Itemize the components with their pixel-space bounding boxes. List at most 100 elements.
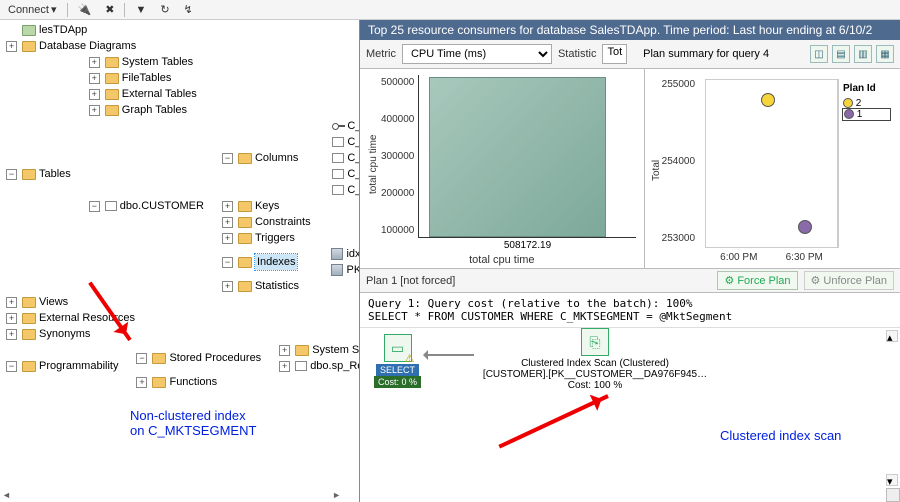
scatter-y-label: Total — [651, 75, 662, 266]
force-plan-button[interactable]: ⚙ Force Plan — [717, 271, 797, 290]
bar-value: 508172.19 — [504, 240, 551, 251]
bar-query-4[interactable] — [429, 77, 605, 237]
folder-icon — [152, 377, 166, 388]
scroll-right-icon[interactable]: ► — [332, 490, 341, 500]
columns-folder[interactable]: Columns — [255, 150, 298, 166]
resize-grip-icon[interactable] — [886, 488, 900, 502]
column-icon — [332, 185, 344, 195]
folder-icon — [295, 345, 309, 356]
column-address[interactable]: C_ADDRESS (char(10), not null) — [347, 150, 360, 166]
cpu-time-bar-chart: total cpu time 500000 400000 300000 2000… — [360, 69, 645, 268]
expand-toggle[interactable]: + — [6, 41, 17, 52]
plug-x-icon[interactable]: ✖ — [101, 2, 118, 17]
scroll-down-icon[interactable]: ▾ — [886, 474, 898, 486]
metric-select[interactable]: CPU Time (ms) — [402, 44, 552, 64]
refresh-icon[interactable]: ↻ — [156, 2, 173, 17]
folder-icon — [238, 201, 252, 212]
column-icon — [332, 153, 344, 163]
programmability-folder[interactable]: Programmability — [39, 358, 118, 374]
index-icon — [331, 264, 343, 276]
folder-icon — [22, 313, 36, 324]
folder-icon — [22, 297, 36, 308]
column-comment[interactable]: C_COMMENT (char(5), not null) — [347, 166, 360, 182]
key-icon — [332, 122, 344, 130]
system-tables[interactable]: System Tables — [122, 54, 193, 70]
external-tables[interactable]: External Tables — [122, 86, 197, 102]
indexes-folder[interactable]: Indexes — [255, 254, 298, 270]
database-icon — [22, 25, 36, 36]
constraints-folder[interactable]: Constraints — [255, 214, 311, 230]
connect-toolbar: Connect ▾ 🔌 ✖ ▼ ↻ ↯ — [0, 0, 900, 20]
folder-icon — [238, 257, 252, 268]
folder-icon — [105, 105, 119, 116]
scroll-up-icon[interactable]: ▴ — [886, 330, 898, 342]
op-select[interactable]: ▭ SELECT Cost: 0 % — [374, 334, 421, 388]
tree-callout: Non-clustered index on C_MKTSEGMENT — [130, 408, 256, 438]
folder-icon — [238, 217, 252, 228]
plug-icon[interactable]: 🔌 — [74, 2, 96, 17]
folder-icon — [22, 329, 36, 340]
statistics-folder[interactable]: Statistics — [255, 278, 299, 294]
y-axis-ticks: 500000 400000 300000 200000 100000 — [379, 75, 418, 254]
stored-procedures[interactable]: Stored Procedures — [169, 350, 261, 366]
folder-icon — [22, 41, 36, 52]
stop-icon[interactable]: ↯ — [180, 2, 197, 17]
expand-toggle[interactable]: − — [6, 169, 17, 180]
keys-folder[interactable]: Keys — [255, 198, 279, 214]
idx-pk-customer[interactable]: PK__CUSTOMER__DA976F9459A62702 (Clustere… — [346, 262, 360, 278]
refresh-chart-icon[interactable]: ▦ — [876, 45, 894, 63]
folder-icon — [105, 73, 119, 84]
plan-point-2[interactable] — [761, 93, 775, 107]
y-axis-label: total cpu time — [368, 75, 379, 254]
scatter-x-ticks: 6:00 PM 6:30 PM — [706, 252, 837, 263]
plan-point-1[interactable] — [798, 220, 812, 234]
column-icon — [332, 169, 344, 179]
statistic-value[interactable]: Tot — [602, 44, 627, 64]
query-store-panel: Top 25 resource consumers for database S… — [360, 20, 900, 502]
toolbar-sep — [124, 3, 125, 17]
folder-icon — [238, 281, 252, 292]
functions-folder[interactable]: Functions — [169, 374, 217, 390]
folder-icon — [238, 233, 252, 244]
graph-tables[interactable]: Graph Tables — [122, 102, 187, 118]
object-explorer[interactable]: lesTDApp +Database Diagrams −Tables +Sys… — [0, 20, 360, 502]
plan-arrow-icon — [424, 354, 474, 356]
column-icon — [332, 137, 344, 147]
metric-label: Metric — [366, 48, 396, 60]
grid-view-icon[interactable]: ▤ — [832, 45, 850, 63]
column-mktsegment[interactable]: C_MKTSEGMENT (char(5), not null) — [347, 182, 360, 198]
plan-summary-label: Plan summary for query 4 — [643, 48, 769, 60]
op-clustered-index-scan[interactable]: ⎘ Clustered Index Scan (Clustered) [CUST… — [480, 328, 710, 391]
column-custkey[interactable]: C_CUSTKEY (PK, int, not null) — [347, 118, 360, 134]
scroll-left-icon[interactable]: ◄ — [2, 490, 11, 500]
sp-retrieve-customers[interactable]: dbo.sp_RetrieveCustomers — [310, 358, 360, 374]
idx-mktsegment[interactable]: idx_Customer_MKTSEGMENT (Unique, Non-Clu… — [346, 246, 360, 262]
filter-icon[interactable]: ▼ — [131, 3, 150, 17]
plan-legend: Plan Id 2 1 — [838, 79, 894, 248]
db-root[interactable]: lesTDApp — [39, 22, 87, 38]
column-name[interactable]: C_NAME (char(10), not null) — [347, 134, 360, 150]
toolbar-sep — [67, 3, 68, 17]
select-op-icon: ▭ — [384, 334, 412, 362]
chart-view-icon[interactable]: ◫ — [810, 45, 828, 63]
file-tables[interactable]: FileTables — [122, 70, 172, 86]
tables-folder[interactable]: Tables — [39, 166, 71, 182]
views-folder[interactable]: Views — [39, 294, 68, 310]
plan-scatter-chart: Total 255000 254000 253000 6:00 PM 6:30 … — [645, 69, 900, 268]
table-icon — [105, 201, 117, 211]
detail-view-icon[interactable]: ▥ — [854, 45, 872, 63]
proc-icon — [295, 361, 307, 371]
x-axis-label: total cpu time — [368, 254, 636, 266]
query-text: Query 1: Query cost (relative to the bat… — [360, 293, 900, 328]
database-diagrams[interactable]: Database Diagrams — [39, 38, 136, 54]
connect-button[interactable]: Connect ▾ — [4, 2, 61, 17]
execution-plan-canvas[interactable]: ▭ SELECT Cost: 0 % ⎘ Clustered Index Sca… — [360, 328, 900, 502]
red-arrow-icon — [498, 394, 608, 448]
unforce-plan-button[interactable]: ⚙ Unforce Plan — [804, 271, 894, 290]
chart-controls: Metric CPU Time (ms) Statistic Tot Plan … — [360, 40, 900, 69]
triggers-folder[interactable]: Triggers — [255, 230, 295, 246]
synonyms-folder[interactable]: Synonyms — [39, 326, 90, 342]
scatter-y-ticks: 255000 254000 253000 — [662, 75, 699, 266]
system-stored-procedures[interactable]: System Stored Procedures — [312, 342, 360, 358]
dbo-customer[interactable]: dbo.CUSTOMER — [120, 198, 204, 214]
